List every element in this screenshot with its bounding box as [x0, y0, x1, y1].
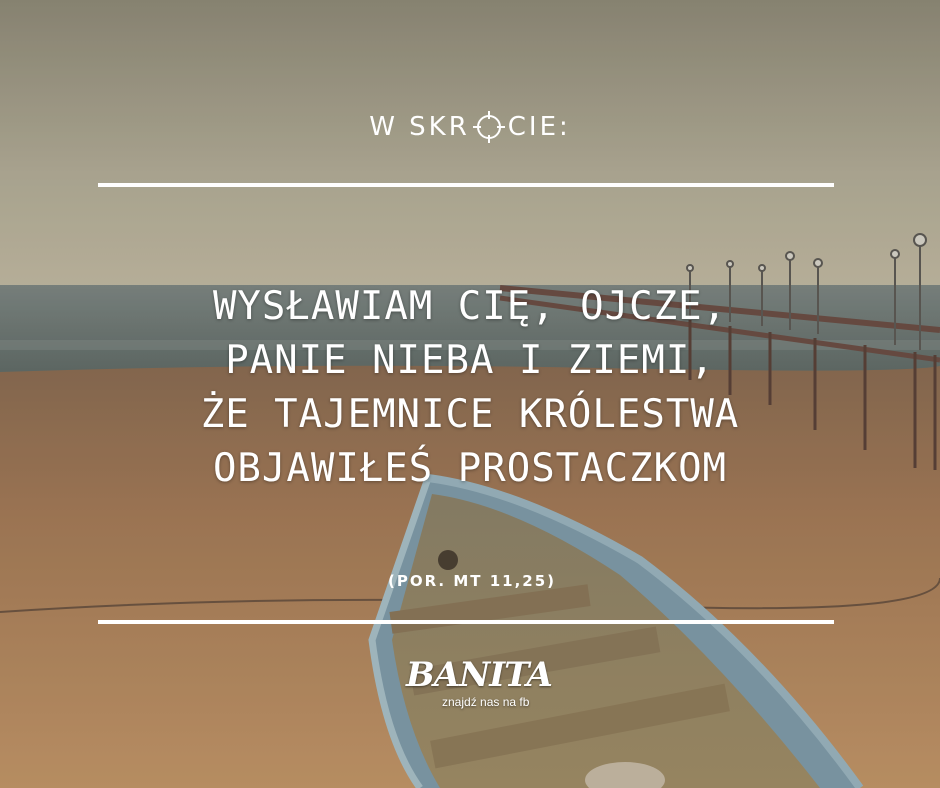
crosshair-icon: [472, 111, 505, 143]
verse-reference: (POR. MT 11,25): [388, 572, 557, 590]
quote-card: W SKR CIE: WYSŁAWIAM CIĘ, OJCZE, PANIE NI…: [0, 0, 940, 788]
banita-logo: BANITA znajdź nas na fb: [406, 655, 553, 715]
header-text-end: CIE:: [507, 112, 571, 142]
quote-line: WYSŁAWIAM CIĘ, OJCZE,: [212, 284, 728, 329]
logo-brand: BANITA: [406, 655, 553, 695]
bottom-divider: [98, 620, 834, 624]
top-divider: [98, 183, 834, 187]
logo-tagline: znajdź nas na fb: [442, 695, 530, 709]
quote-line: ŻE TAJEMNICE KRÓLESTWA: [200, 392, 740, 437]
quote-line: OBJAWIŁEŚ PROSTACZKOM: [212, 446, 728, 491]
section-header: W SKR CIE:: [0, 110, 940, 144]
bible-quote: WYSŁAWIAM CIĘ, OJCZE, PANIE NIEBA I ZIEM…: [0, 280, 940, 496]
header-text-start: W SKR: [369, 112, 470, 142]
quote-line: PANIE NIEBA I ZIEMI,: [225, 338, 715, 383]
